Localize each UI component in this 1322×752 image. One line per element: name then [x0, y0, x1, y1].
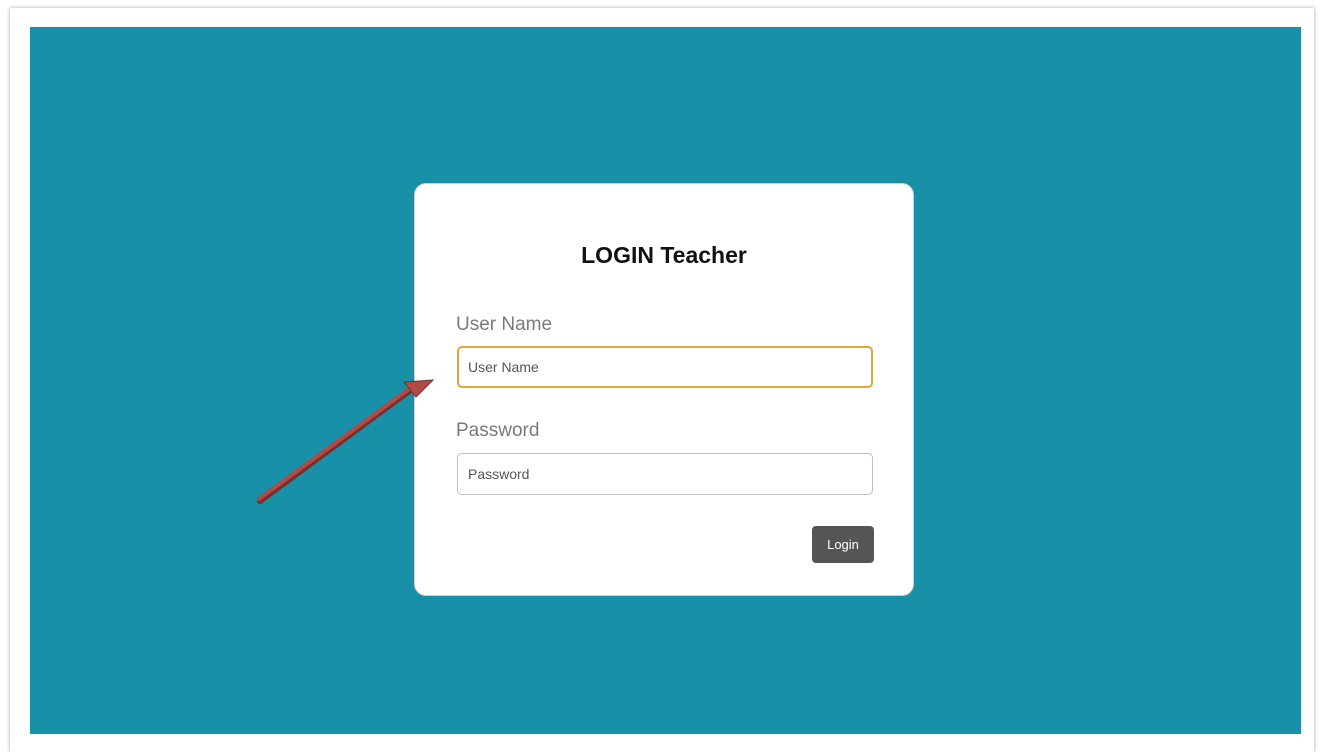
password-input[interactable]	[457, 453, 873, 495]
username-input[interactable]	[457, 346, 873, 388]
username-label: User Name	[456, 314, 553, 335]
login-title: LOGIN Teacher	[581, 242, 747, 268]
login-button[interactable]: Login	[812, 526, 874, 563]
login-card: LOGIN Teacher User Name Password Login	[414, 183, 914, 596]
password-label: Password	[456, 420, 540, 441]
